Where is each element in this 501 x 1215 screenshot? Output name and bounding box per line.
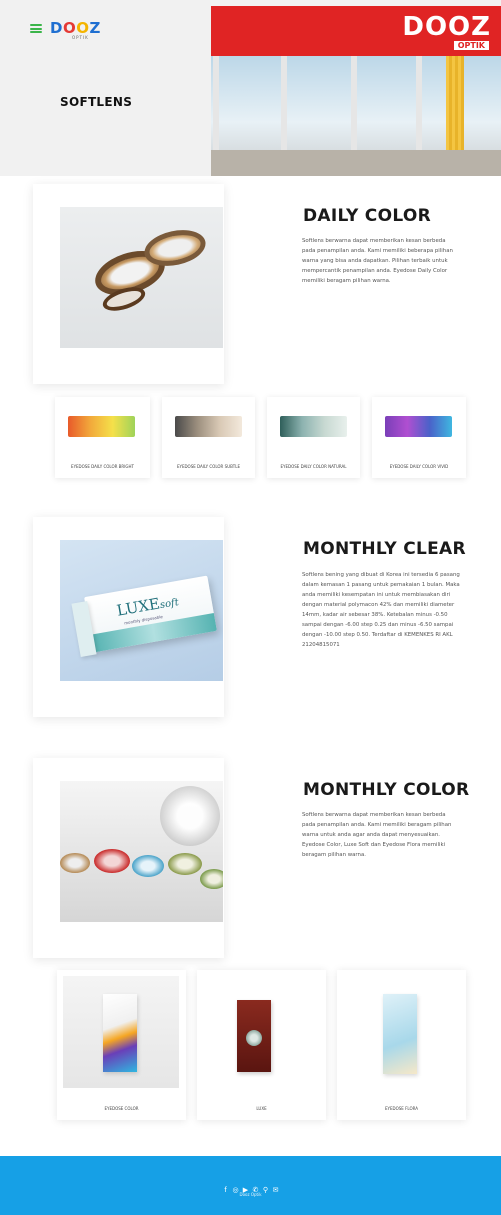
product-pack-daily-1 bbox=[68, 416, 135, 437]
monthly-clear-photo: LUXEsoft monthly disposable bbox=[60, 540, 223, 681]
product-card-monthly-2[interactable]: LUXE bbox=[197, 970, 326, 1120]
section-title-monthly-color: MONTHLY COLOR bbox=[303, 780, 470, 800]
logo[interactable]: DOOZ OPTIK bbox=[50, 19, 101, 40]
section-title-daily-color: DAILY COLOR bbox=[303, 206, 432, 226]
footer: f ◎ ▶ ✆ ⚲ ✉ Dooz Optik bbox=[0, 1156, 501, 1215]
store-sign: DOOZ bbox=[402, 12, 491, 42]
store-sign-sub: OPTIK bbox=[453, 41, 489, 50]
page: DOOZ OPTIK SOFTLENS DOOZ OPTIK DAILY COL… bbox=[0, 0, 501, 1215]
product-card-daily-3[interactable]: EYEDOSE DAILY COLOR NATURAL bbox=[267, 397, 360, 478]
monthly-clear-image-card: LUXEsoft monthly disposable bbox=[33, 517, 224, 717]
product-pack-daily-2 bbox=[175, 416, 242, 437]
product-pack-daily-4 bbox=[385, 416, 452, 437]
storefront-photo: DOOZ OPTIK bbox=[211, 0, 501, 176]
monthly-color-photo bbox=[60, 781, 223, 922]
product-card-monthly-3[interactable]: EYEDOSE FLORA bbox=[337, 970, 466, 1120]
product-image-monthly-3 bbox=[383, 994, 417, 1074]
product-label: EYEDOSE DAILY COLOR VIVID bbox=[389, 464, 449, 469]
product-label: EYEDOSE DAILY COLOR SUBTLE bbox=[176, 464, 241, 469]
product-label: EYEDOSE DAILY COLOR NATURAL bbox=[280, 464, 347, 469]
monthly-color-image-card bbox=[33, 758, 224, 958]
product-image-monthly-2 bbox=[237, 1000, 271, 1072]
product-label: EYEDOSE COLOR bbox=[104, 1106, 139, 1111]
product-card-daily-1[interactable]: EYEDOSE DAILY COLOR BRIGHT bbox=[55, 397, 150, 478]
product-image-monthly-1 bbox=[63, 976, 179, 1088]
product-card-daily-2[interactable]: EYEDOSE DAILY COLOR SUBTLE bbox=[162, 397, 255, 478]
product-label: EYEDOSE DAILY COLOR BRIGHT bbox=[71, 464, 134, 469]
footer-copyright: Dooz Optik bbox=[239, 1192, 262, 1197]
menu-icon[interactable] bbox=[30, 24, 42, 33]
product-card-daily-4[interactable]: EYEDOSE DAILY COLOR VIVID bbox=[372, 397, 466, 478]
section-desc-monthly-clear: Softlens bening yang dibuat di Korea ini… bbox=[302, 572, 460, 648]
section-desc-monthly-color: Softlens berwarna dapat memberikan kesan… bbox=[302, 812, 452, 858]
hero-title-panel: DOOZ OPTIK SOFTLENS bbox=[0, 0, 211, 176]
clear-box-script: soft bbox=[159, 597, 180, 612]
daily-color-image-card bbox=[33, 184, 224, 384]
section-title-monthly-clear: MONTHLY CLEAR bbox=[303, 539, 466, 559]
product-pack-daily-3 bbox=[280, 416, 347, 437]
product-label: LUXE bbox=[256, 1106, 267, 1111]
product-card-monthly-1[interactable]: EYEDOSE COLOR bbox=[57, 970, 186, 1120]
product-label: EYEDOSE FLORA bbox=[385, 1106, 418, 1111]
section-desc-daily-color: Softlens berwarna dapat memberikan kesan… bbox=[302, 238, 453, 284]
page-title: SOFTLENS bbox=[60, 95, 133, 109]
daily-color-photo bbox=[60, 207, 223, 348]
